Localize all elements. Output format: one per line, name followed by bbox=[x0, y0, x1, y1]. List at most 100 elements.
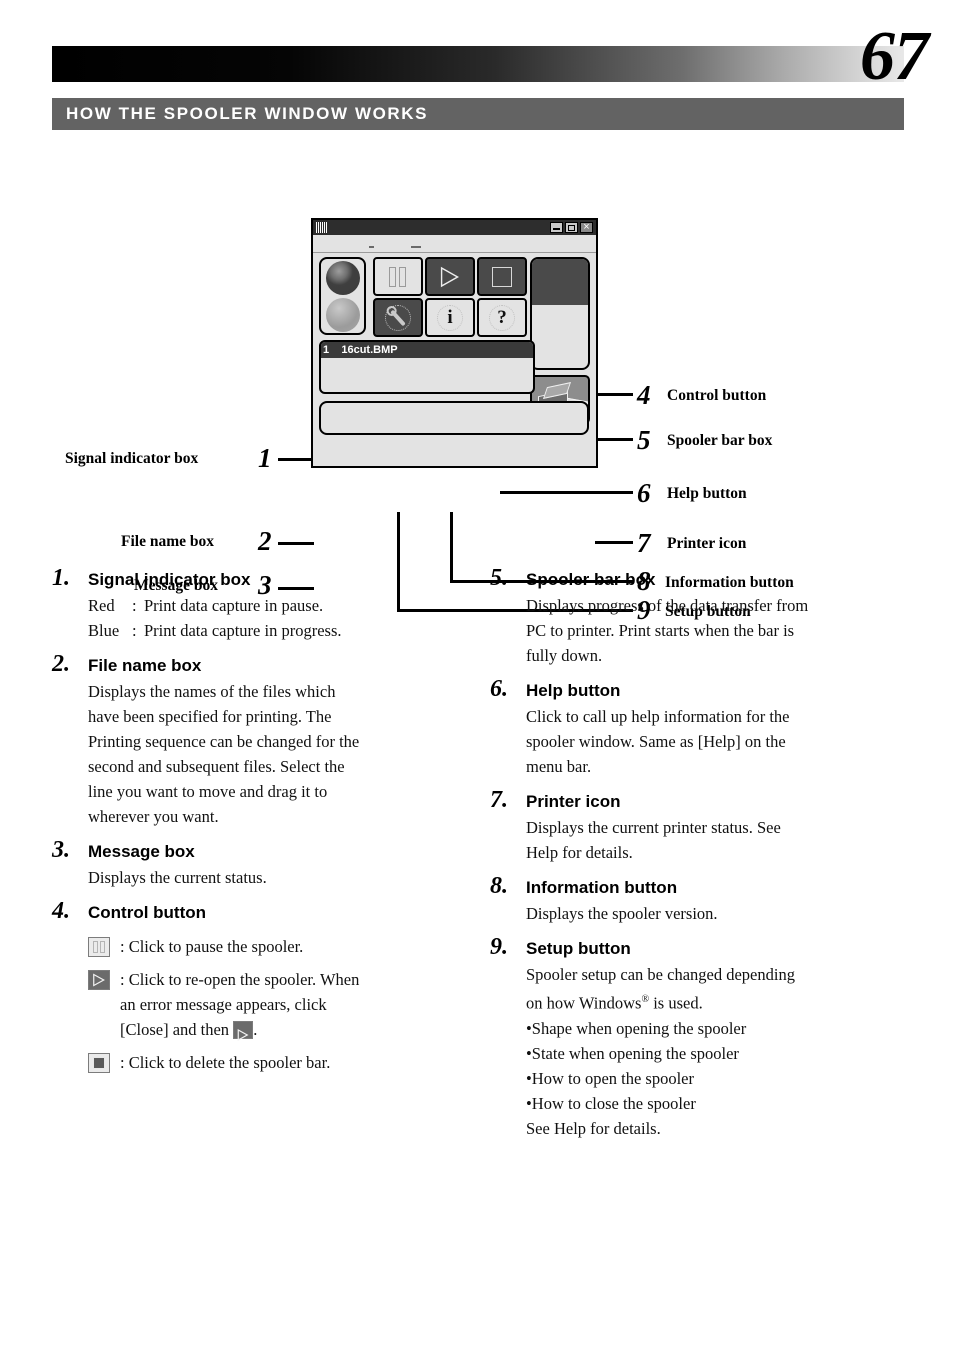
item-6-line-1: Click to call up help information for th… bbox=[526, 707, 790, 726]
description-item-4: 4. Control button : Click to pause the s… bbox=[52, 898, 462, 1075]
callout-label-printer-icon: Printer icon bbox=[667, 535, 747, 552]
item-2-line-6: wherever you want. bbox=[88, 807, 219, 826]
item-6-number: 6. bbox=[490, 676, 508, 702]
item-4-pause-text: : Click to pause the spooler. bbox=[120, 937, 304, 956]
close-icon[interactable] bbox=[580, 220, 593, 234]
spooler-window: i ? 1 16cut.BMP bbox=[311, 218, 598, 468]
item-4-pause-line: : Click to pause the spooler. bbox=[88, 934, 462, 959]
item-2-line-3: Printing sequence can be changed for the bbox=[88, 732, 360, 751]
information-button[interactable]: i bbox=[425, 298, 475, 337]
item-6-body: Click to call up help information for th… bbox=[526, 704, 900, 779]
item-1-blue-colon: : bbox=[132, 621, 137, 640]
stop-button[interactable] bbox=[477, 257, 527, 296]
play-icon bbox=[233, 1021, 254, 1042]
spooler-bar-box bbox=[530, 257, 590, 370]
item-2-number: 2. bbox=[52, 651, 70, 677]
item-1-red-text: Print data capture in pause. bbox=[144, 596, 324, 615]
item-4-play-text-line-3: [Close] and then . bbox=[120, 1017, 462, 1042]
item-5-title: Spooler bar box bbox=[526, 570, 656, 589]
page-number: 67 bbox=[860, 18, 929, 95]
description-item-9: 9. Setup button Spooler setup can be cha… bbox=[490, 934, 900, 1141]
item-5-line-3: fully down. bbox=[526, 646, 603, 665]
item-1-title: Signal indicator box bbox=[88, 570, 251, 589]
item-8-body: Displays the spooler version. bbox=[526, 901, 900, 926]
callout-number-7: 7 bbox=[637, 528, 651, 558]
description-item-7: 7. Printer icon Displays the current pri… bbox=[490, 787, 900, 865]
file-name-row-selected[interactable]: 1 16cut.BMP bbox=[321, 342, 533, 358]
callout-number-6: 6 bbox=[637, 478, 651, 508]
maximize-icon[interactable] bbox=[565, 222, 578, 233]
callout-number-5: 5 bbox=[637, 425, 651, 455]
item-5-heading: 5. Spooler bar box bbox=[490, 565, 900, 593]
item-4-play-line: : Click to re-open the spooler. When bbox=[88, 967, 462, 992]
item-4-stop-line: : Click to delete the spooler bar. bbox=[88, 1050, 462, 1075]
item-4-play-text-line-1: : Click to re-open the spooler. When bbox=[120, 970, 360, 989]
play-button[interactable] bbox=[425, 257, 475, 296]
item-4-play-text-line-2: an error message appears, click bbox=[120, 995, 327, 1014]
item-1-number: 1. bbox=[52, 565, 70, 591]
item-6-title: Help button bbox=[526, 681, 621, 700]
item-7-line-2: Help for details. bbox=[526, 843, 633, 862]
menubar-mark-1 bbox=[369, 246, 374, 248]
item-9-heading: 9. Setup button bbox=[490, 934, 900, 962]
item-9-number: 9. bbox=[490, 934, 508, 960]
item-6-line-2: spooler window. Same as [Help] on the bbox=[526, 732, 786, 751]
item-2-line-5: line you want to move and drag it to bbox=[88, 782, 328, 801]
item-5-body: Displays progress of the data transfer f… bbox=[526, 593, 900, 668]
callout-label-signal-indicator-box: Signal indicator box bbox=[65, 450, 199, 467]
item-1-blue-key: Blue bbox=[88, 621, 120, 640]
callout-label-help-button: Help button bbox=[667, 485, 747, 502]
description-item-5: 5. Spooler bar box Displays progress of … bbox=[490, 565, 900, 668]
item-2-line-4: second and subsequent files. Select the bbox=[88, 757, 345, 776]
item-2-heading: 2. File name box bbox=[52, 651, 462, 679]
help-button[interactable]: ? bbox=[477, 298, 527, 337]
item-9-bullet-3: •How to open the spooler bbox=[526, 1068, 694, 1088]
leader-line-1 bbox=[278, 458, 314, 461]
pause-button[interactable] bbox=[373, 257, 423, 296]
item-6-heading: 6. Help button bbox=[490, 676, 900, 704]
item-1-red-colon: : bbox=[132, 596, 137, 615]
item-7-heading: 7. Printer icon bbox=[490, 787, 900, 815]
play-icon bbox=[88, 970, 110, 990]
signal-lamp-bottom-icon bbox=[326, 298, 360, 332]
setup-button[interactable] bbox=[373, 298, 423, 337]
callout-number-4: 4 bbox=[637, 380, 651, 410]
item-4-heading: 4. Control button bbox=[52, 898, 462, 926]
play-icon bbox=[440, 266, 460, 288]
item-9-body: Spooler setup can be changed depending o… bbox=[526, 962, 900, 1016]
callout-label-spooler-bar-box: Spooler bar box bbox=[667, 432, 773, 449]
pause-icon bbox=[88, 937, 110, 957]
minimize-icon[interactable] bbox=[550, 222, 563, 233]
window-menubar[interactable] bbox=[313, 235, 596, 253]
item-8-line-1: Displays the spooler version. bbox=[526, 904, 718, 923]
item-1-blue-line: Blue : Print data capture in progress. bbox=[88, 618, 462, 643]
item-3-body: Displays the current status. bbox=[88, 865, 462, 890]
file-name-box[interactable]: 1 16cut.BMP bbox=[319, 340, 535, 394]
window-app-icon bbox=[316, 222, 328, 233]
item-9-title: Setup button bbox=[526, 939, 631, 958]
item-3-line-1: Displays the current status. bbox=[88, 868, 267, 887]
item-5-number: 5. bbox=[490, 565, 508, 591]
item-2-title: File name box bbox=[88, 656, 202, 675]
leader-line-5 bbox=[595, 438, 633, 441]
item-1-red-line: Red : Print data capture in pause. bbox=[88, 593, 462, 618]
description-item-8: 8. Information button Displays the spool… bbox=[490, 873, 900, 926]
spooler-window-figure: Signal indicator box 1 File name box 2 M… bbox=[0, 150, 954, 624]
item-9-line-2a: on how Windows bbox=[526, 993, 642, 1013]
item-1-heading: 1. Signal indicator box bbox=[52, 565, 462, 593]
description-column-right: 5. Spooler bar box Displays progress of … bbox=[490, 565, 900, 1141]
window-control-group bbox=[550, 220, 593, 234]
item-4-play-text-line-3a: [Close] and then bbox=[120, 1020, 230, 1039]
item-7-title: Printer icon bbox=[526, 792, 621, 811]
item-5-line-2: PC to printer. Print starts when the bar… bbox=[526, 621, 795, 640]
item-3-heading: 3. Message box bbox=[52, 837, 462, 865]
item-6-line-3: menu bar. bbox=[526, 757, 592, 776]
item-9-bullet-4: •How to close the spooler bbox=[526, 1093, 696, 1113]
description-item-6: 6. Help button Click to call up help inf… bbox=[490, 676, 900, 779]
item-1-body: Red : Print data capture in pause. Blue … bbox=[88, 593, 462, 643]
